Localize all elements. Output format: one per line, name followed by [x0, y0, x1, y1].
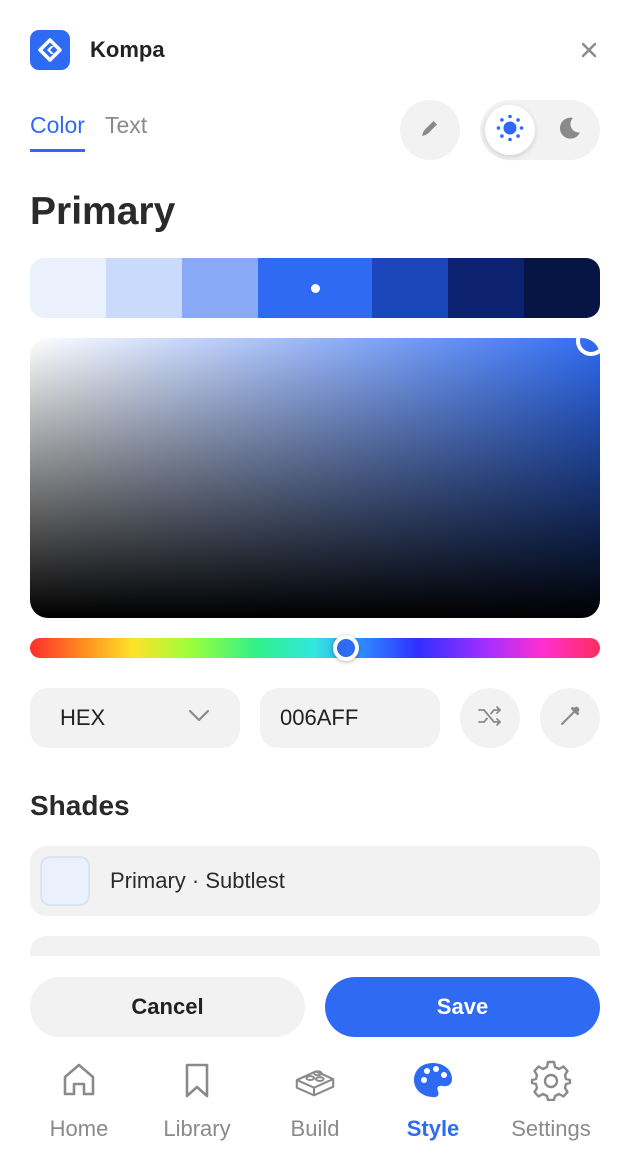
dark-mode-button[interactable] — [545, 105, 595, 155]
edit-button[interactable] — [400, 100, 460, 160]
nav-item-build[interactable]: Build — [256, 1058, 374, 1158]
swatch-5[interactable] — [372, 258, 448, 318]
tab-text[interactable]: Text — [105, 112, 147, 152]
shade-label: Primary · Subtlest — [110, 868, 285, 893]
tab-color[interactable]: Color — [30, 112, 85, 152]
theme-mode-toggle — [480, 100, 600, 160]
swatch-6[interactable] — [448, 258, 524, 318]
nav-item-library[interactable]: Library — [138, 1058, 256, 1158]
shades-title: Shades — [30, 790, 130, 821]
nav-item-style[interactable]: Style — [374, 1058, 492, 1158]
nav-label-style: Style — [406, 1116, 460, 1141]
color-format-select[interactable]: HEX — [30, 688, 240, 748]
light-mode-button[interactable] — [485, 105, 535, 155]
cancel-button[interactable]: Cancel — [30, 977, 305, 1037]
shade-item-subtlest[interactable]: Primary · Subtlest — [30, 846, 600, 916]
saturation-value-picker[interactable] — [30, 338, 600, 618]
bottom-navigation: Home Library Build Style Settings — [20, 1058, 610, 1158]
palette-icon — [411, 1058, 455, 1102]
nav-label-settings: Settings — [511, 1116, 591, 1141]
shuffle-icon — [477, 705, 503, 732]
hue-slider-handle[interactable] — [333, 635, 359, 661]
hue-slider[interactable] — [30, 638, 600, 658]
app-header: Kompa — [30, 30, 600, 70]
bookmark-icon — [175, 1058, 219, 1102]
shuffle-button[interactable] — [460, 688, 520, 748]
shade-item-subtle[interactable] — [30, 936, 600, 956]
save-button[interactable]: Save — [325, 977, 600, 1037]
gear-icon — [529, 1058, 573, 1102]
app-title: Kompa — [90, 37, 165, 62]
hex-value-input[interactable]: 006AFF — [260, 688, 440, 748]
brick-icon — [293, 1058, 337, 1102]
swatch-3[interactable] — [182, 258, 258, 318]
chevron-down-icon — [188, 709, 210, 728]
color-format-value: HEX — [60, 705, 106, 730]
swatch-4-selected[interactable] — [258, 258, 372, 318]
nav-item-home[interactable]: Home — [20, 1058, 138, 1158]
nav-item-settings[interactable]: Settings — [492, 1058, 610, 1158]
nav-label-build: Build — [290, 1116, 340, 1141]
swatch-2[interactable] — [106, 258, 182, 318]
selected-dot — [311, 284, 320, 293]
swatch-7[interactable] — [524, 258, 600, 318]
nav-label-library: Library — [163, 1116, 231, 1141]
pencil-icon — [418, 116, 442, 145]
section-title: Primary — [30, 190, 176, 233]
moon-icon — [556, 114, 584, 147]
eyedropper-button[interactable] — [540, 688, 600, 748]
tab-bar: Color Text — [30, 112, 147, 152]
swatch-row — [30, 258, 600, 318]
eyedropper-icon — [558, 704, 582, 733]
shade-color-chip — [40, 856, 90, 906]
sun-icon — [495, 113, 525, 148]
kompa-logo-icon — [30, 30, 70, 70]
home-icon — [57, 1058, 101, 1102]
close-icon[interactable] — [578, 39, 600, 61]
nav-label-home: Home — [49, 1116, 109, 1141]
swatch-1[interactable] — [30, 258, 106, 318]
